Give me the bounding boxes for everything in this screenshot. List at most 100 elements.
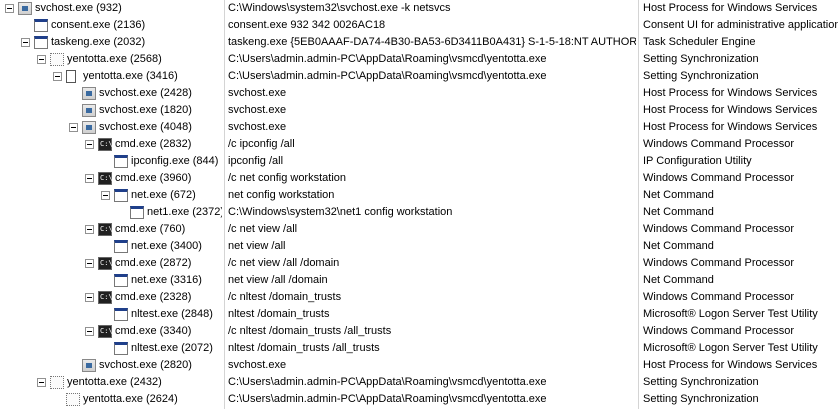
process-name-cell[interactable]: cmd.exe (3960) (0, 170, 222, 187)
process-name: yentotta.exe (2432) (67, 376, 162, 388)
process-row[interactable]: svchost.exe (4048) svchost.exe Host Proces… (0, 119, 838, 136)
process-row[interactable]: yentotta.exe (2432) C:\Users\admin.admin-… (0, 374, 838, 391)
process-row[interactable]: consent.exe (2136) consent.exe 932 342 00… (0, 17, 838, 34)
collapse-toggle-icon[interactable] (85, 293, 94, 302)
process-name-cell[interactable]: svchost.exe (4048) (0, 119, 222, 136)
command-line: /c ipconfig /all (228, 138, 295, 150)
collapse-toggle-icon[interactable] (101, 191, 110, 200)
document-icon (66, 70, 76, 83)
command-line: C:\Windows\system32\net1 config workstat… (228, 206, 453, 218)
process-name-cell[interactable]: taskeng.exe (2032) (0, 34, 222, 51)
cmd-icon (98, 172, 113, 185)
process-name: nltest.exe (2848) (131, 308, 213, 320)
collapse-toggle-icon[interactable] (85, 225, 94, 234)
process-name-cell[interactable]: net.exe (3400) (0, 238, 222, 255)
collapse-toggle-icon[interactable] (37, 55, 46, 64)
collapse-toggle-icon[interactable] (85, 327, 94, 336)
process-row[interactable]: yentotta.exe (2624) C:\Users\admin.admin-… (0, 391, 838, 408)
process-row[interactable]: svchost.exe (1820) svchost.exe Host Proces… (0, 102, 838, 119)
cmd-icon (98, 138, 113, 151)
process-description: Task Scheduler Engine (643, 36, 756, 48)
generic-app-icon (130, 206, 144, 219)
process-row[interactable]: cmd.exe (3340) /c nltest /domain_trusts /… (0, 323, 838, 340)
process-name-cell[interactable]: cmd.exe (2832) (0, 136, 222, 153)
collapse-toggle-icon[interactable] (37, 378, 46, 387)
process-name-cell[interactable]: yentotta.exe (2432) (0, 374, 222, 391)
collapse-toggle-icon[interactable] (85, 259, 94, 268)
process-name-cell[interactable]: cmd.exe (760) (0, 221, 222, 238)
process-description: Setting Synchronization (643, 53, 759, 65)
process-name-cell[interactable]: nltest.exe (2848) (0, 306, 222, 323)
process-name-cell[interactable]: yentotta.exe (3416) (0, 68, 222, 85)
process-name-cell[interactable]: net.exe (3316) (0, 272, 222, 289)
collapse-toggle-icon[interactable] (21, 38, 30, 47)
process-row[interactable]: yentotta.exe (3416) C:\Users\admin.admin-… (0, 68, 838, 85)
process-row[interactable]: svchost.exe (2820) svchost.exe Host Proces… (0, 357, 838, 374)
process-row[interactable]: net.exe (3400) net view /all Net Command (0, 238, 838, 255)
process-name-cell[interactable]: cmd.exe (3340) (0, 323, 222, 340)
process-name-cell[interactable]: net.exe (672) (0, 187, 222, 204)
process-name-cell[interactable]: yentotta.exe (2624) (0, 391, 222, 408)
process-name-cell[interactable]: nltest.exe (2072) (0, 340, 222, 357)
process-row[interactable]: net.exe (672) net config workstation Net C… (0, 187, 838, 204)
command-line: consent.exe 932 342 0026AC18 (228, 19, 386, 31)
command-line: C:\Users\admin.admin-PC\AppData\Roaming\… (228, 53, 547, 65)
process-row[interactable]: ipconfig.exe (844) ipconfig /all IP Config… (0, 153, 838, 170)
process-name-cell[interactable]: net1.exe (2372) (0, 204, 222, 221)
command-line: svchost.exe (228, 359, 287, 371)
process-name-cell[interactable]: cmd.exe (2872) (0, 255, 222, 272)
command-line: net view /all /domain (228, 274, 328, 286)
process-row[interactable]: cmd.exe (2328) /c nltest /domain_trusts Wi… (0, 289, 838, 306)
process-row[interactable]: svchost.exe (932) C:\Windows\system32\svc… (0, 0, 838, 17)
process-name: svchost.exe (2428) (99, 87, 192, 99)
process-name: cmd.exe (2328) (115, 291, 192, 303)
command-line: ipconfig /all (228, 155, 284, 167)
command-line: C:\Windows\system32\svchost.exe -k netsv… (228, 2, 451, 14)
process-row[interactable]: nltest.exe (2072) nltest /domain_trusts /… (0, 340, 838, 357)
process-row[interactable]: net1.exe (2372) C:\Windows\system32\net1 … (0, 204, 838, 221)
collapse-toggle-icon[interactable] (69, 123, 78, 132)
process-description: Microsoft® Logon Server Test Utility (643, 308, 818, 320)
process-name-cell[interactable]: cmd.exe (2328) (0, 289, 222, 306)
process-name-cell[interactable]: svchost.exe (932) (0, 0, 222, 17)
process-name: net.exe (672) (131, 189, 196, 201)
generic-app-icon (114, 274, 128, 287)
process-row[interactable]: cmd.exe (3960) /c net config workstation W… (0, 170, 838, 187)
cmd-icon (98, 325, 113, 338)
process-name: net.exe (3400) (131, 240, 202, 252)
command-line: svchost.exe (228, 87, 287, 99)
process-row[interactable]: taskeng.exe (2032) taskeng.exe {5EB0AAAF-… (0, 34, 838, 51)
process-description: Setting Synchronization (643, 70, 759, 82)
process-name-cell[interactable]: ipconfig.exe (844) (0, 153, 222, 170)
process-row[interactable]: nltest.exe (2848) nltest /domain_trusts Mi… (0, 306, 838, 323)
command-line: net config workstation (228, 189, 335, 201)
process-row[interactable]: cmd.exe (2832) /c ipconfig /all Windows Co… (0, 136, 838, 153)
process-name-cell[interactable]: svchost.exe (1820) (0, 102, 222, 119)
process-name-cell[interactable]: consent.exe (2136) (0, 17, 222, 34)
process-row[interactable]: cmd.exe (2872) /c net view /all /domain Wi… (0, 255, 838, 272)
process-name-cell[interactable]: svchost.exe (2428) (0, 85, 222, 102)
collapse-toggle-icon[interactable] (53, 72, 62, 81)
process-description: Host Process for Windows Services (643, 87, 818, 99)
process-name: nltest.exe (2072) (131, 342, 213, 354)
process-description: Host Process for Windows Services (643, 121, 818, 133)
process-name: cmd.exe (2872) (115, 257, 192, 269)
process-name: cmd.exe (3340) (115, 325, 192, 337)
process-row[interactable]: net.exe (3316) net view /all /domain Net C… (0, 272, 838, 289)
process-row[interactable]: svchost.exe (2428) svchost.exe Host Proces… (0, 85, 838, 102)
collapse-toggle-icon[interactable] (85, 174, 94, 183)
command-line: /c nltest /domain_trusts /all_trusts (228, 325, 392, 337)
process-description: Host Process for Windows Services (643, 2, 818, 14)
command-line: /c net config workstation (228, 172, 347, 184)
process-row[interactable]: yentotta.exe (2568) C:\Users\admin.admin-… (0, 51, 838, 68)
dotted-app-icon (50, 376, 64, 389)
process-name: svchost.exe (4048) (99, 121, 192, 133)
service-icon (82, 121, 96, 134)
process-description: IP Configuration Utility (643, 155, 752, 167)
process-row[interactable]: cmd.exe (760) /c net view /all Windows Com… (0, 221, 838, 238)
cmd-icon (98, 223, 113, 236)
collapse-toggle-icon[interactable] (85, 140, 94, 149)
collapse-toggle-icon[interactable] (5, 4, 14, 13)
process-name-cell[interactable]: svchost.exe (2820) (0, 357, 222, 374)
process-name-cell[interactable]: yentotta.exe (2568) (0, 51, 222, 68)
